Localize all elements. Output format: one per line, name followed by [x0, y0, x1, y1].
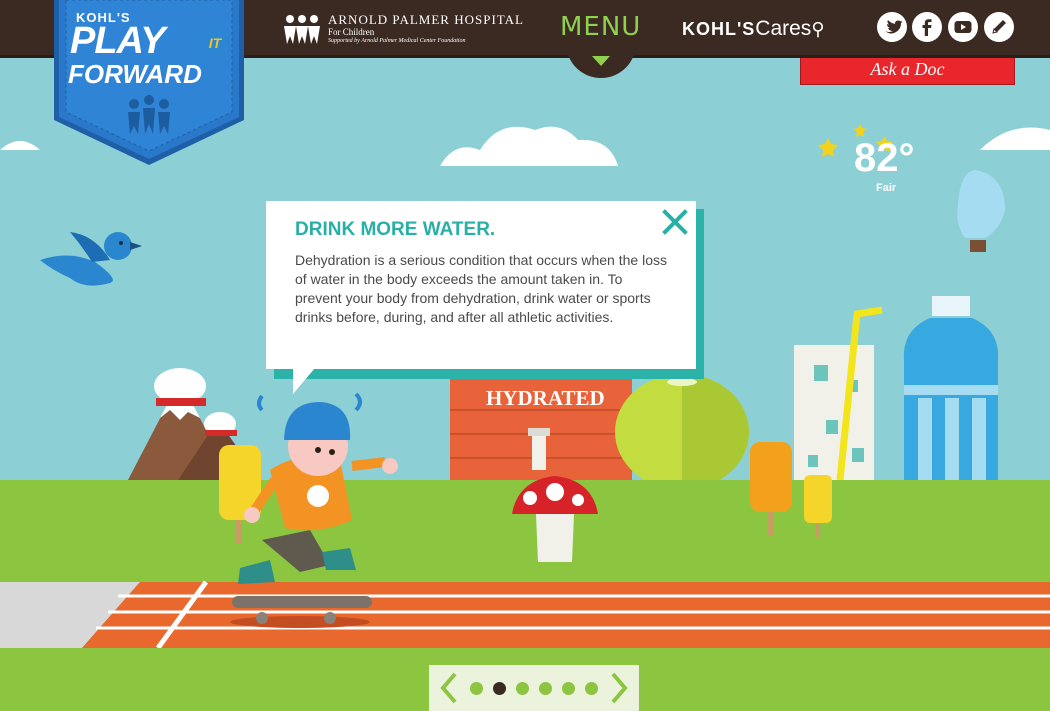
children-figures-icon — [284, 15, 320, 44]
next-button[interactable] — [607, 671, 631, 705]
menu-button[interactable]: MENU — [560, 4, 640, 74]
popup-title: DRINK MORE WATER. — [295, 219, 496, 240]
pager-dot-2[interactable] — [493, 682, 506, 695]
coconut-illustration — [615, 374, 749, 490]
close-icon — [662, 209, 688, 235]
pager-dot-5[interactable] — [562, 682, 575, 695]
popup-tail — [293, 368, 315, 394]
previous-button[interactable] — [437, 671, 461, 705]
popup-body: Dehydration is a serious condition that … — [295, 252, 667, 325]
youtube-icon — [954, 21, 972, 33]
logo-it-badge: IT — [200, 28, 230, 58]
kohls-cares-brand: KOHL'S — [682, 19, 756, 39]
hospital-supported-by: Supported by Arnold Palmer Medical Cente… — [328, 38, 466, 44]
ask-a-doc-button[interactable]: Ask a Doc — [800, 56, 1015, 85]
kohls-cares-word: Cares — [755, 17, 812, 40]
play-it-forward-logo[interactable]: KOHL'S PLAY IT FORWARD — [54, 0, 244, 165]
logo-forward: FORWARD — [68, 59, 202, 89]
tip-popup: DRINK MORE WATER. Dehydration is a serio… — [266, 201, 696, 369]
pencil-icon — [992, 20, 1006, 34]
twitter-button[interactable] — [877, 12, 907, 42]
chevron-right-icon — [611, 672, 628, 704]
chevron-left-icon — [440, 672, 457, 704]
kohls-cares-logo[interactable]: KOHL'SCares⚲ — [682, 15, 825, 41]
weather-condition: Fair — [876, 182, 897, 194]
hospital-subtitle: For Children — [328, 27, 375, 37]
pager-dot-1[interactable] — [470, 682, 483, 695]
youtube-button[interactable] — [948, 12, 978, 42]
facebook-icon — [922, 19, 932, 36]
hospital-logo[interactable]: ARNOLD PALMER HOSPITAL For Children Supp… — [280, 12, 530, 46]
close-button[interactable] — [660, 207, 690, 237]
pager-dot-6[interactable] — [585, 682, 598, 695]
hospital-name: ARNOLD PALMER HOSPITAL — [328, 12, 524, 27]
pencil-button[interactable] — [984, 12, 1014, 42]
menu-label: MENU — [560, 12, 642, 42]
pager-dot-4[interactable] — [539, 682, 552, 695]
hydrated-sign-label: HYDRATED — [486, 386, 605, 410]
twitter-icon — [885, 20, 903, 34]
pager-dot-3[interactable] — [516, 682, 529, 695]
slide-pager — [429, 665, 639, 711]
logo-play: PLAY — [70, 20, 166, 62]
kohls-figure-icon: ⚲ — [811, 19, 825, 39]
weather-temperature: 82° — [854, 136, 915, 180]
facebook-button[interactable] — [912, 12, 942, 42]
